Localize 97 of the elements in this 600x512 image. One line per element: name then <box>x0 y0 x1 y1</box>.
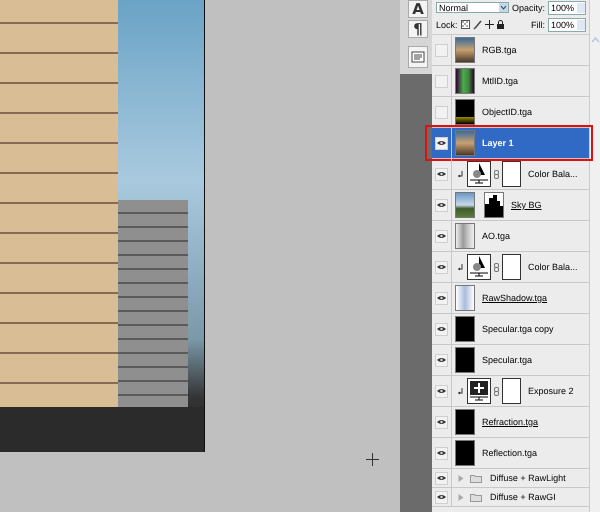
layer-mask-thumbnail <box>484 192 504 218</box>
crosshair-icon <box>366 453 379 466</box>
eye-icon <box>437 140 446 146</box>
eye-icon <box>437 357 446 363</box>
layer-row[interactable]: Diffuse + RawLight <box>432 469 589 488</box>
layer-name: ObjectID.tga <box>482 107 532 117</box>
visibility-toggle[interactable] <box>435 44 448 56</box>
visibility-toggle[interactable] <box>435 230 448 242</box>
blend-mode-dropdown[interactable]: Normal <box>436 2 509 13</box>
adjustment-thumbnail <box>467 378 491 404</box>
layer-name: Layer 1 <box>482 138 514 148</box>
eye-icon <box>437 475 446 481</box>
eye-icon <box>437 202 446 208</box>
layer-thumbnail <box>455 347 475 373</box>
layer-name: Specular.tga <box>482 355 532 365</box>
layer-name: Color Bala... <box>528 169 578 179</box>
layer-mask-thumbnail <box>502 254 521 280</box>
folder-icon <box>470 474 482 482</box>
layer-row[interactable]: Sky BG <box>432 190 589 221</box>
visibility-toggle[interactable] <box>435 490 448 504</box>
layer-row[interactable]: Color Bala... <box>432 252 589 283</box>
link-chain-icon[interactable] <box>494 386 499 396</box>
eye-icon <box>437 326 446 332</box>
layer-thumbnail <box>455 130 475 156</box>
eye-icon <box>437 388 446 394</box>
visibility-toggle[interactable] <box>435 168 448 180</box>
layer-row[interactable]: Refraction.tga <box>432 407 589 438</box>
visibility-toggle[interactable] <box>435 74 448 88</box>
layer-name: AO.tga <box>482 231 510 241</box>
layer-thumbnail <box>455 37 475 63</box>
eye-icon <box>437 171 446 177</box>
layer-name: Sky BG <box>511 200 542 210</box>
layer-thumbnail <box>455 440 475 466</box>
layer-mask-thumbnail <box>502 161 521 187</box>
layer-name: RGB.tga <box>482 45 517 55</box>
layer-name: Diffuse + RawGI <box>490 492 556 502</box>
eye-icon <box>437 295 446 301</box>
layer-row[interactable]: Exposure 2 <box>432 376 589 407</box>
layer-name: Reflection.tga <box>482 448 538 458</box>
eye-icon <box>437 264 446 270</box>
layer-name: Diffuse + RawLight <box>490 473 566 483</box>
folder-icon <box>470 492 482 502</box>
adjustment-thumbnail <box>467 254 491 280</box>
opacity-field[interactable]: 100% <box>548 0 586 14</box>
layer-thumbnail <box>455 409 475 435</box>
lock-label: Lock: <box>436 20 458 30</box>
visibility-toggle[interactable] <box>435 260 448 274</box>
opacity-label: Opacity: <box>512 2 545 12</box>
adjustment-thumbnail <box>467 161 491 187</box>
visibility-toggle[interactable] <box>435 136 448 150</box>
eye-icon <box>437 419 446 425</box>
layer-row[interactable]: RawShadow.tga <box>432 283 589 314</box>
visibility-toggle[interactable] <box>435 322 448 336</box>
layer-row[interactable]: RGB.tga <box>432 35 589 66</box>
brush-icon[interactable] <box>472 20 482 30</box>
panel-button[interactable]: ¶ <box>408 20 428 38</box>
layer-thumbnail <box>455 68 475 94</box>
visibility-toggle[interactable] <box>435 416 448 428</box>
link-chain-icon[interactable] <box>494 262 499 272</box>
layer-row[interactable]: Specular.tga <box>432 345 589 376</box>
panel-button[interactable]: A <box>408 0 428 18</box>
visibility-toggle[interactable] <box>435 292 448 304</box>
visibility-toggle[interactable] <box>435 106 448 118</box>
layer-name: RawShadow.tga <box>482 293 548 303</box>
layer-mask-thumbnail <box>502 378 521 404</box>
layer-name: Exposure 2 <box>528 386 574 396</box>
layer-row[interactable]: Color Bala... <box>432 159 589 190</box>
layer-name: Specular.tga copy <box>482 324 554 334</box>
eye-icon <box>437 450 446 456</box>
link-chain-icon[interactable] <box>494 170 499 178</box>
layer-row[interactable]: AO.tga <box>432 221 589 252</box>
layer-name: Refraction.tga <box>482 417 538 427</box>
panel-icon[interactable] <box>408 46 428 68</box>
lock-transparency-icon[interactable] <box>460 20 470 29</box>
layer-row[interactable]: Diffuse + RawGI <box>432 488 589 507</box>
layer-row[interactable]: Specular.tga copy <box>432 314 589 345</box>
layer-thumbnail <box>455 99 475 125</box>
layer-thumbnail <box>455 192 475 218</box>
dropdown-caret-icon <box>498 3 508 12</box>
layer-thumbnail <box>455 285 475 311</box>
visibility-toggle[interactable] <box>435 472 448 484</box>
fill-field[interactable]: 100% <box>548 18 586 32</box>
lock-icon[interactable] <box>496 20 504 29</box>
visibility-toggle[interactable] <box>435 198 448 212</box>
eye-icon <box>437 233 446 239</box>
layer-name: Color Bala... <box>528 262 578 272</box>
visibility-toggle[interactable] <box>435 446 448 460</box>
layer-row[interactable]: MtlID.tga <box>432 66 589 97</box>
move-icon[interactable] <box>484 20 494 29</box>
fill-label: Fill: <box>530 20 545 30</box>
visibility-toggle[interactable] <box>435 384 448 398</box>
layer-thumbnail <box>455 223 475 249</box>
visibility-toggle[interactable] <box>435 354 448 366</box>
layer-row[interactable]: Reflection.tga <box>432 438 589 469</box>
eye-icon <box>437 494 446 500</box>
layer-name: MtlID.tga <box>482 76 518 86</box>
layer-thumbnail <box>455 316 475 342</box>
